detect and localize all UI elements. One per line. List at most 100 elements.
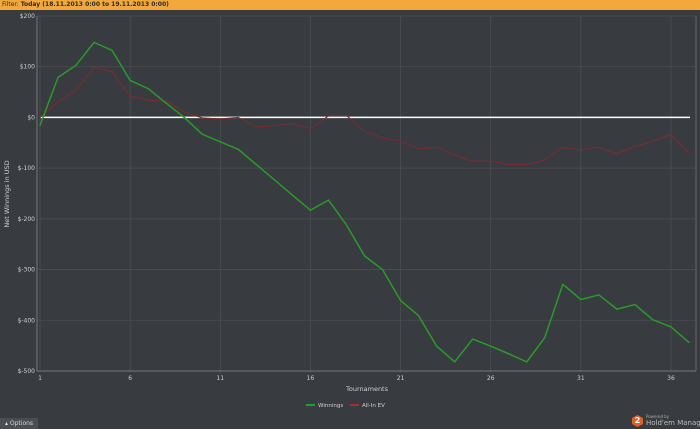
y-tick-label: $-300 <box>18 267 36 274</box>
data-point-all-in-ev <box>526 163 528 166</box>
data-point-winnings <box>652 319 654 321</box>
data-point-winnings <box>219 141 221 143</box>
y-tick-label: $-500 <box>18 368 36 375</box>
data-point-all-in-ev <box>436 146 438 148</box>
grid <box>36 15 697 373</box>
x-axis-label: Tournaments <box>345 385 389 393</box>
data-point-winnings <box>598 294 600 296</box>
data-point-all-in-ev <box>544 159 546 161</box>
y-axis-label: Net Winnings in USD <box>3 160 11 227</box>
x-tick-label: 31 <box>577 375 585 382</box>
data-point-winnings <box>418 315 420 317</box>
data-point-winnings <box>129 79 131 82</box>
data-point-all-in-ev <box>237 116 239 119</box>
y-tick-label: $-100 <box>18 165 36 172</box>
data-point-winnings <box>580 298 582 301</box>
data-point-all-in-ev <box>219 118 221 120</box>
data-point-all-in-ev <box>688 152 690 154</box>
data-point-all-in-ev <box>201 117 203 119</box>
legend-label-allin-ev: All-In EV <box>362 403 385 409</box>
legend-swatch-winnings <box>306 404 315 406</box>
x-axis-ticks: 1 6 11 16 21 26 31 36 <box>38 375 675 382</box>
legend-swatch-allin-ev <box>350 404 359 406</box>
data-point-all-in-ev <box>454 154 456 156</box>
logo-name: Hold'em Manager <box>646 419 700 427</box>
data-point-all-in-ev <box>363 130 366 132</box>
net-winnings-chart: $200$100$0$-100$-200$-300$-400$-500 1 6 11… <box>3 13 697 409</box>
data-point-winnings <box>454 361 456 363</box>
data-point-all-in-ev <box>381 137 384 139</box>
data-point-all-in-ev <box>598 146 600 148</box>
data-point-winnings <box>363 255 366 257</box>
legend-label-winnings: Winnings <box>318 403 343 409</box>
data-point-winnings <box>616 308 618 310</box>
data-point-winnings <box>165 102 167 104</box>
data-point-winnings <box>255 163 257 166</box>
data-point-all-in-ev <box>562 146 564 148</box>
data-point-winnings <box>57 76 59 78</box>
data-point-winnings <box>634 303 636 306</box>
data-point-all-in-ev <box>147 99 149 101</box>
data-point-winnings <box>183 116 185 119</box>
data-point-all-in-ev <box>634 145 636 147</box>
series-line-all-in-ev <box>39 67 690 166</box>
data-point-all-in-ev <box>183 111 185 113</box>
data-point-winnings <box>544 336 546 339</box>
data-point-all-in-ev <box>616 153 618 155</box>
holdem-manager-logo: 2 Powered by Hold'em Manager <box>630 414 700 429</box>
data-point-winnings <box>490 345 492 347</box>
data-point-winnings <box>327 199 330 201</box>
x-tick-label: 26 <box>487 375 495 382</box>
x-tick-label: 21 <box>397 375 405 382</box>
data-point-all-in-ev <box>57 101 59 103</box>
data-point-all-in-ev <box>255 126 257 128</box>
data-point-winnings <box>93 41 95 43</box>
data-point-winnings <box>436 345 438 347</box>
data-point-all-in-ev <box>418 148 420 150</box>
y-tick-label: $100 <box>20 64 35 71</box>
options-label: Options <box>9 420 34 427</box>
data-point-all-in-ev <box>309 127 312 130</box>
x-tick-label: 16 <box>307 375 315 382</box>
data-point-winnings <box>526 361 528 363</box>
data-point-all-in-ev <box>75 89 77 91</box>
data-point-winnings <box>39 124 41 127</box>
data-point-winnings <box>345 224 348 226</box>
data-point-all-in-ev <box>327 115 330 117</box>
data-point-winnings <box>147 87 149 90</box>
y-tick-label: $0 <box>27 114 35 121</box>
data-point-all-in-ev <box>508 163 510 166</box>
data-point-winnings <box>75 64 77 66</box>
data-point-all-in-ev <box>39 116 41 119</box>
data-point-winnings <box>399 299 402 302</box>
logo-badge-icon: 2 <box>632 415 643 427</box>
y-tick-label: $-400 <box>18 317 36 324</box>
y-tick-label: $-200 <box>18 216 36 223</box>
data-point-all-in-ev <box>472 160 474 162</box>
data-point-all-in-ev <box>652 140 654 142</box>
x-tick-label: 36 <box>667 375 675 382</box>
options-button[interactable]: ▴ Options <box>0 418 38 429</box>
data-point-all-in-ev <box>399 140 402 142</box>
series-lines <box>39 41 690 363</box>
data-point-all-in-ev <box>345 114 348 116</box>
x-tick-label: 6 <box>128 375 132 382</box>
data-point-winnings <box>291 194 293 196</box>
data-point-winnings <box>508 353 510 355</box>
data-point-winnings <box>688 342 690 344</box>
data-point-winnings <box>111 49 113 52</box>
data-point-all-in-ev <box>291 122 293 125</box>
data-point-all-in-ev <box>580 149 582 151</box>
data-point-winnings <box>201 133 203 135</box>
x-tick-label: 11 <box>216 375 224 382</box>
y-axis-ticks: $200 $100 $0 $-100 $-200 $-300 $-400 $-500 <box>18 13 36 375</box>
data-point-winnings <box>562 283 564 285</box>
legend: Winnings All-In EV <box>306 403 385 409</box>
data-point-winnings <box>472 338 474 340</box>
data-point-winnings <box>670 326 672 328</box>
data-point-all-in-ev <box>670 134 672 136</box>
data-point-all-in-ev <box>129 95 131 97</box>
data-point-winnings <box>309 209 312 211</box>
data-point-all-in-ev <box>165 100 167 102</box>
data-point-all-in-ev <box>490 160 492 162</box>
